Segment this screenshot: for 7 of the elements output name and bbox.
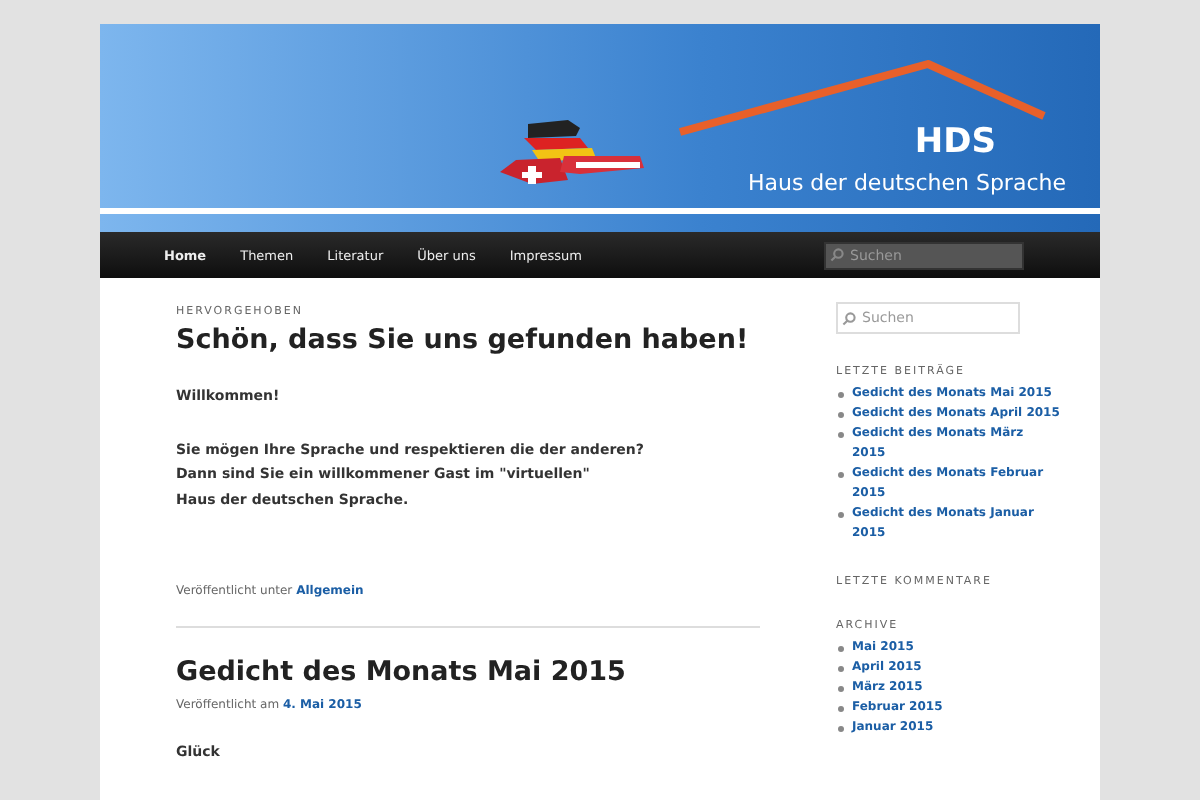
search-icon (842, 311, 856, 325)
search-icon (830, 248, 844, 262)
post-title[interactable]: Gedicht des Monats Mai 2015 (176, 656, 760, 688)
logo-subtitle: Haus der deutschen Sprache (747, 170, 1066, 196)
logo-title: HDS (914, 122, 996, 162)
post-title[interactable]: Schön, dass Sie uns gefunden haben! (176, 324, 760, 356)
map-flags-icon (500, 120, 648, 184)
